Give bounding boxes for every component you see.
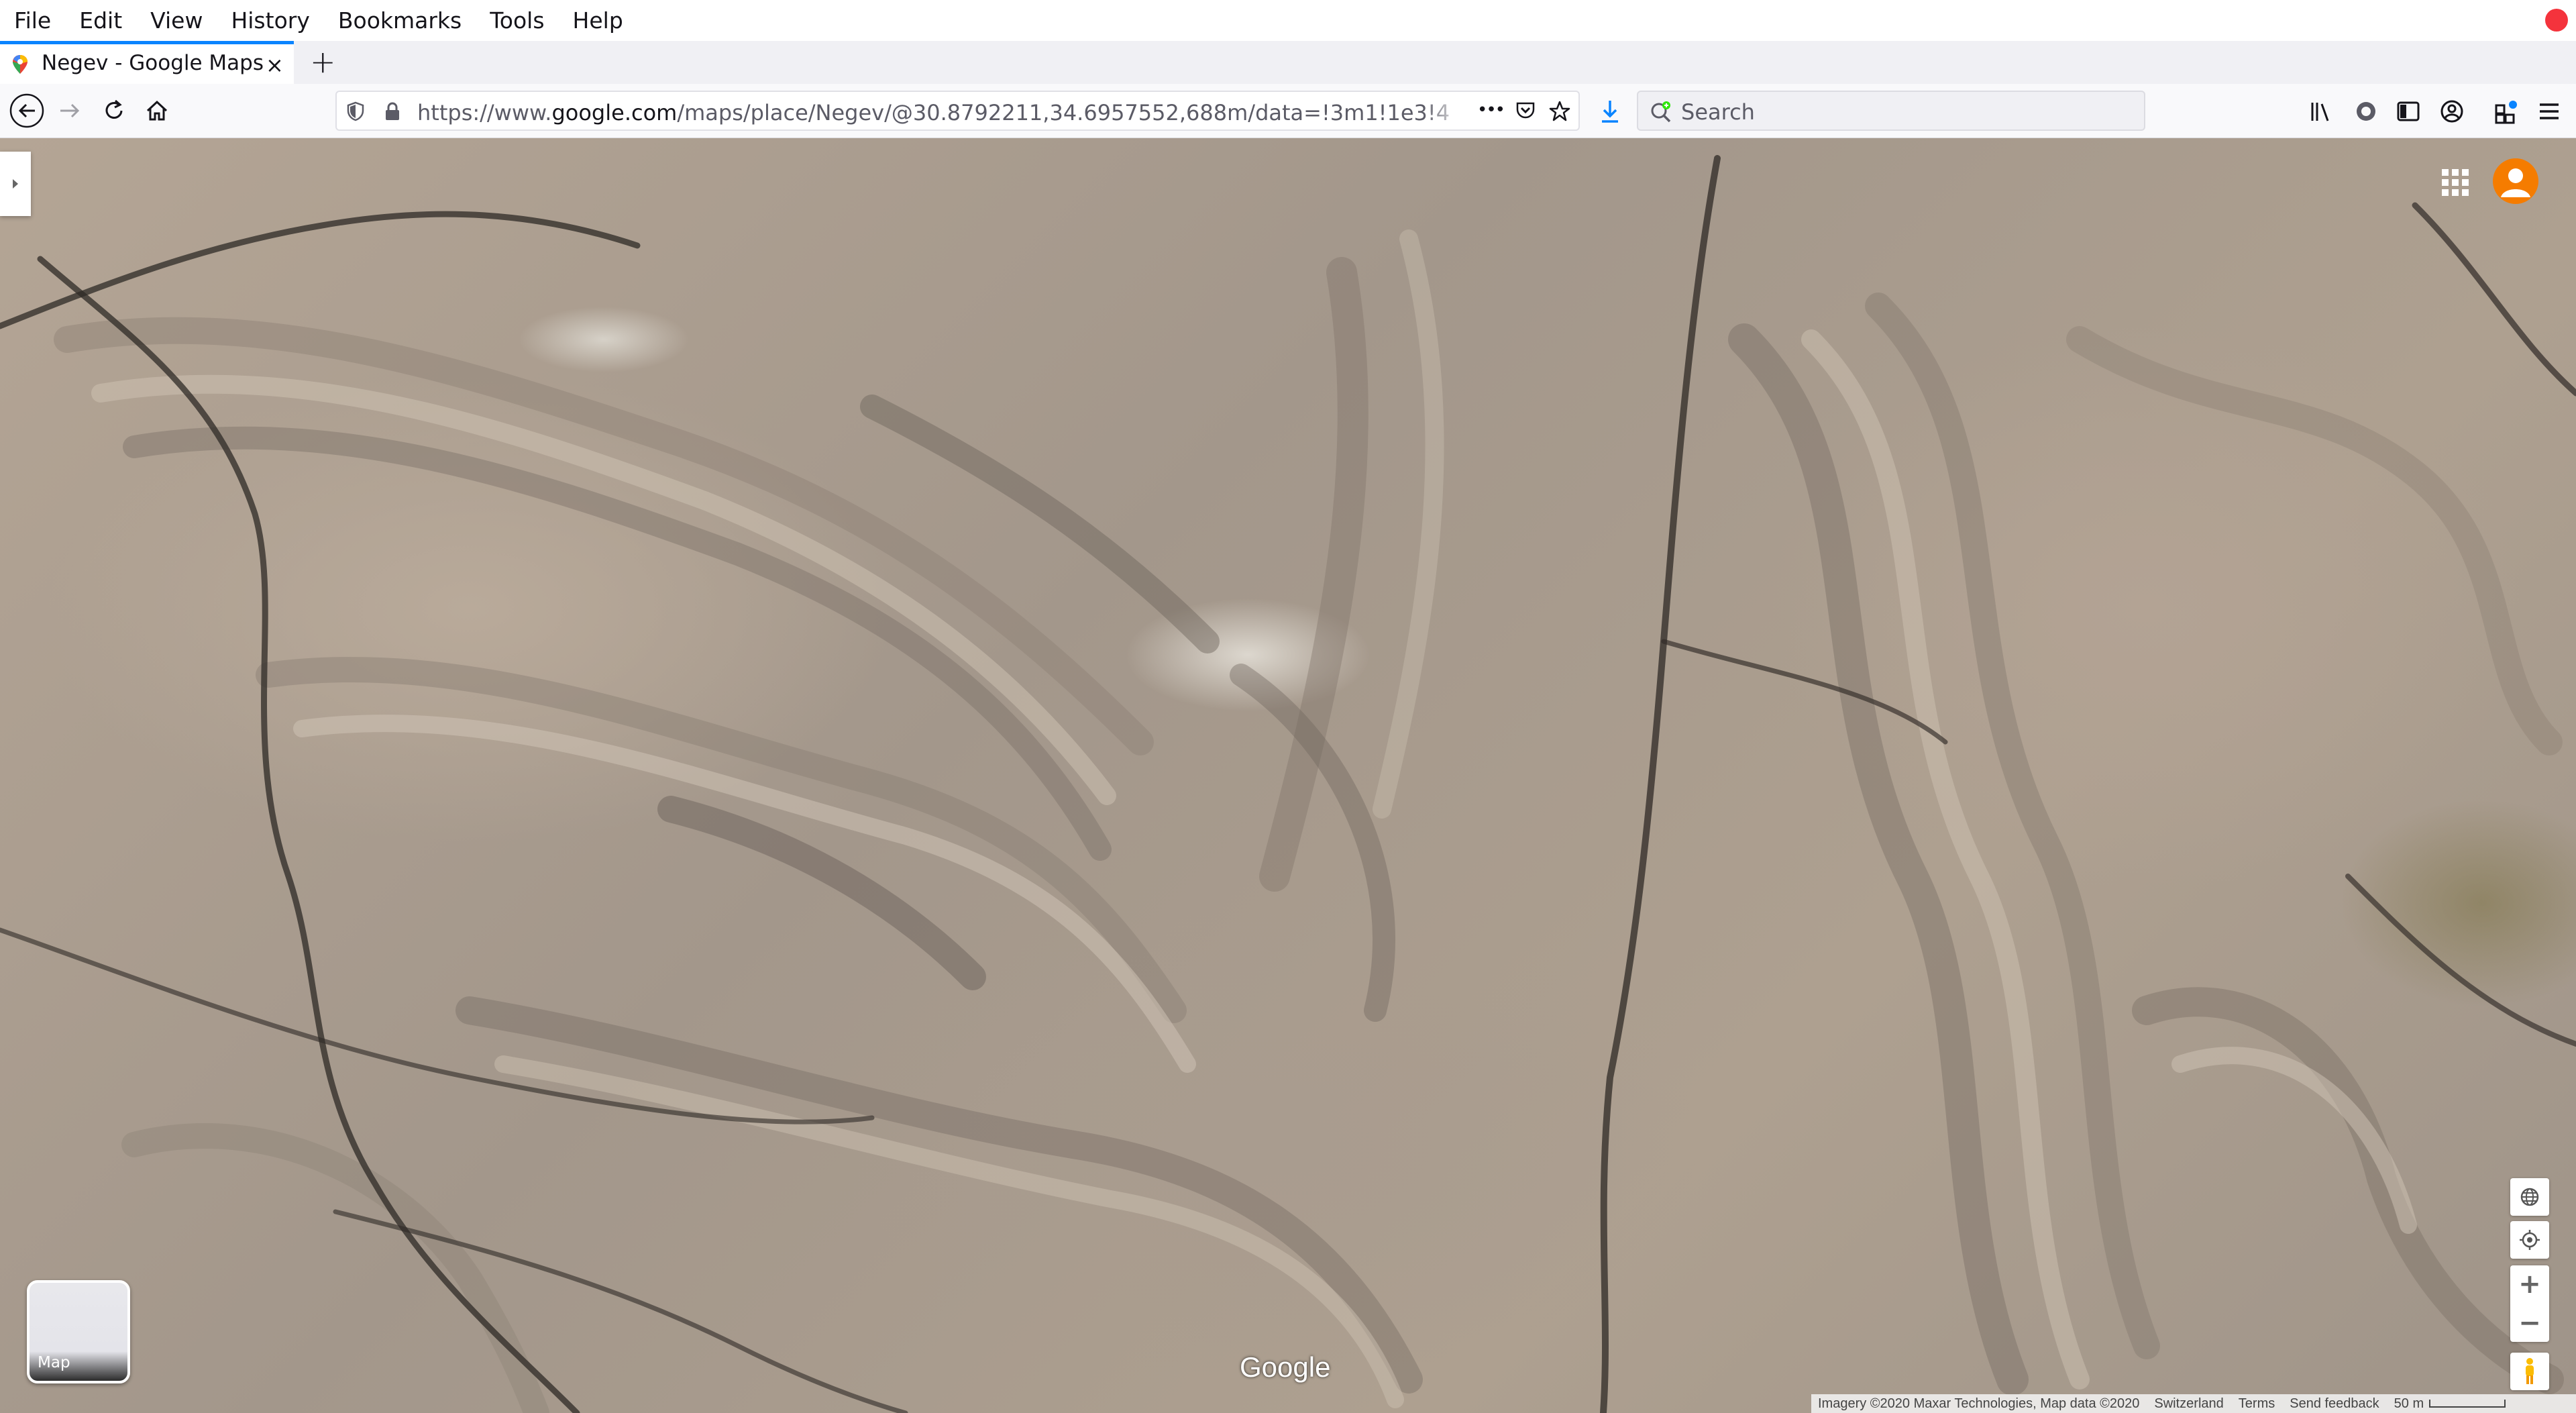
scale-label[interactable]: 50 m [2394, 1396, 2506, 1412]
hamburger-menu-icon[interactable] [2537, 100, 2561, 123]
url-bar[interactable]: https://www.google.com/maps/place/Negev/… [335, 91, 1580, 131]
home-icon [146, 100, 168, 121]
search-engine-icon[interactable] [1649, 100, 1673, 124]
user-avatar-icon [2501, 168, 2530, 197]
google-apps-grid-icon[interactable] [2439, 166, 2471, 199]
layer-label: Map [38, 1354, 70, 1371]
bookmark-star-icon[interactable] [1548, 100, 1571, 123]
terms-link[interactable]: Terms [2239, 1396, 2275, 1412]
send-feedback-link[interactable]: Send feedback [2290, 1396, 2379, 1412]
url-path: /maps/place/Negev/@30.8792211,34.6957552… [677, 100, 1450, 125]
extension-icon[interactable] [2353, 99, 2379, 124]
reload-button[interactable] [97, 93, 131, 128]
tab-title: Negev - Google Maps [42, 51, 264, 75]
menu-file[interactable]: File [0, 0, 65, 41]
satellite-terrain-image [0, 155, 2576, 1413]
my-location-icon [2520, 1230, 2540, 1250]
library-icon[interactable] [2309, 99, 2336, 124]
imagery-attribution: Imagery ©2020 Maxar Technologies, Map da… [1818, 1396, 2140, 1411]
tab-bar: Negev - Google Maps × + [0, 41, 2576, 84]
menu-view[interactable]: View [136, 0, 217, 41]
forward-arrow-icon [60, 103, 80, 118]
account-icon[interactable] [2439, 99, 2465, 124]
url-fade [1424, 93, 1464, 128]
reload-icon [105, 99, 123, 119]
pocket-icon[interactable] [1515, 101, 1536, 121]
back-button[interactable] [9, 93, 44, 128]
url-domain: google.com [551, 100, 678, 125]
back-arrow-icon [9, 93, 44, 128]
navigation-toolbar: https://www.google.com/maps/place/Negev/… [0, 84, 2576, 138]
menu-bar: File Edit View History Bookmarks Tools H… [0, 0, 2576, 41]
side-panel-toggle-button[interactable] [0, 152, 31, 216]
zoom-out-button[interactable]: − [2510, 1304, 2549, 1342]
scale-bar [2429, 1400, 2506, 1408]
my-location-button[interactable] [2510, 1221, 2549, 1259]
chevron-right-icon [13, 179, 18, 189]
downloads-icon[interactable] [1598, 99, 1622, 125]
zoom-controls: + − [2510, 1265, 2549, 1342]
tab-google-maps[interactable]: Negev - Google Maps × [0, 41, 294, 84]
street-view-pegman-button[interactable] [2510, 1353, 2549, 1390]
google-maps-favicon-icon [13, 55, 28, 74]
url-prefix: https://www. [417, 100, 552, 125]
menu-bookmarks[interactable]: Bookmarks [324, 0, 476, 41]
home-button[interactable] [140, 93, 174, 128]
map-layer-switcher[interactable]: Map [27, 1280, 130, 1383]
menu-tools[interactable]: Tools [476, 0, 558, 41]
menu-edit[interactable]: Edit [65, 0, 136, 41]
url-text[interactable]: https://www.google.com/maps/place/Negev/… [417, 100, 1450, 125]
tab-close-icon[interactable]: × [266, 52, 284, 78]
country-link[interactable]: Switzerland [2154, 1396, 2223, 1412]
google-logo: Google [1240, 1351, 1331, 1383]
menu-history[interactable]: History [217, 0, 323, 41]
zoom-in-button[interactable]: + [2510, 1265, 2549, 1303]
google-account-avatar[interactable] [2493, 158, 2538, 204]
padlock-icon[interactable] [384, 101, 401, 121]
forward-button[interactable] [52, 93, 87, 128]
globe-view-button[interactable] [2510, 1178, 2549, 1216]
pegman-icon [2526, 1358, 2534, 1384]
page-actions-more-icon[interactable]: ••• [1477, 100, 1505, 120]
globe-icon [2520, 1188, 2539, 1206]
tracking-protection-shield-icon[interactable] [346, 101, 365, 121]
search-input[interactable]: Search [1681, 99, 1755, 125]
sidebar-toggle-icon[interactable] [2396, 100, 2420, 123]
map-footer: Imagery ©2020 Maxar Technologies, Map da… [1811, 1394, 2576, 1413]
extensions-puzzle-icon[interactable] [2493, 99, 2520, 125]
menu-help[interactable]: Help [559, 0, 637, 41]
satellite-map[interactable]: + − Map Google Imagery ©2020 Maxar Techn… [0, 138, 2576, 1413]
window-close-button[interactable] [2545, 9, 2568, 32]
search-bar[interactable]: Search [1637, 91, 2145, 131]
scale-text: 50 m [2394, 1396, 2424, 1411]
new-tab-button[interactable]: + [310, 44, 336, 80]
